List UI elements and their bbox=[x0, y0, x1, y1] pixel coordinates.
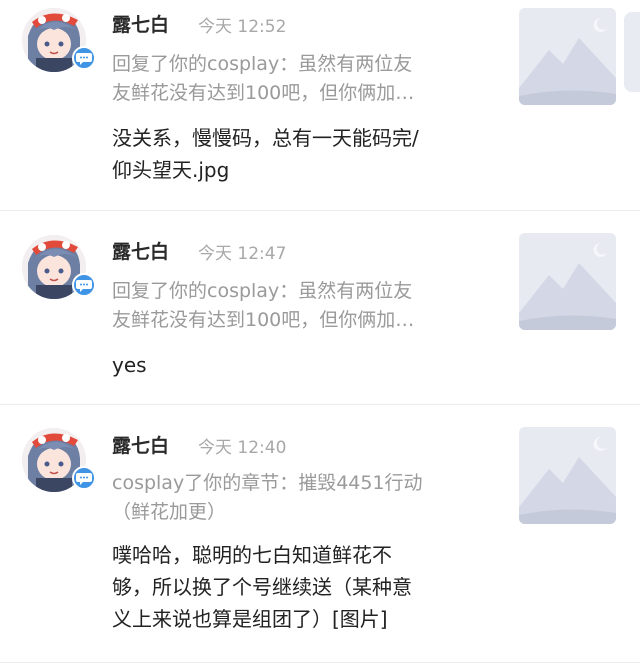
timestamp: 今天 12:47 bbox=[198, 244, 287, 264]
thumbnail[interactable] bbox=[519, 427, 616, 524]
quoted-reply[interactable]: 回复了你的cosplay：虽然有两位友 友鲜花没有达到100吧，但你俩加… bbox=[112, 50, 484, 108]
landscape-placeholder-icon bbox=[519, 233, 616, 330]
thumbnail[interactable] bbox=[519, 233, 616, 330]
user-name[interactable]: 露七白 bbox=[112, 431, 169, 458]
landscape-placeholder-icon bbox=[519, 8, 616, 105]
chat-bubble-icon bbox=[72, 273, 96, 297]
landscape-placeholder-icon bbox=[519, 427, 616, 524]
chat-bubble-icon bbox=[72, 466, 96, 490]
user-name[interactable]: 露七白 bbox=[112, 237, 169, 264]
message-text: 噗哈哈，聪明的七白知道鲜花不 够，所以换了个号继续送（某种意 义上来说也算是组团… bbox=[112, 543, 412, 631]
adjacent-card-edge bbox=[624, 12, 640, 92]
message-text: 没关系，慢慢码，总有一天能码完/ 仰头望天.jpg bbox=[112, 126, 419, 182]
timestamp: 今天 12:52 bbox=[198, 17, 287, 37]
chat-bubble-icon bbox=[72, 46, 96, 70]
quoted-reply[interactable]: 回复了你的cosplay：虽然有两位友 友鲜花没有达到100吧，但你俩加… bbox=[112, 277, 484, 335]
thumbnail[interactable] bbox=[519, 8, 616, 105]
user-name[interactable]: 露七白 bbox=[112, 10, 169, 37]
message-text: yes bbox=[112, 353, 147, 377]
timestamp: 今天 12:40 bbox=[198, 438, 287, 458]
divider bbox=[0, 662, 640, 663]
notification-item[interactable]: 露七白 今天 12:40 cosplay了你的章节：摧毁4451行动 （鲜花加更… bbox=[0, 405, 640, 666]
notification-item[interactable]: 露七白 今天 12:52 回复了你的cosplay：虽然有两位友 友鲜花没有达到… bbox=[0, 0, 640, 210]
quoted-reply[interactable]: cosplay了你的章节：摧毁4451行动 （鲜花加更） bbox=[112, 469, 484, 527]
notification-item[interactable]: 露七白 今天 12:47 回复了你的cosplay：虽然有两位友 友鲜花没有达到… bbox=[0, 211, 640, 404]
